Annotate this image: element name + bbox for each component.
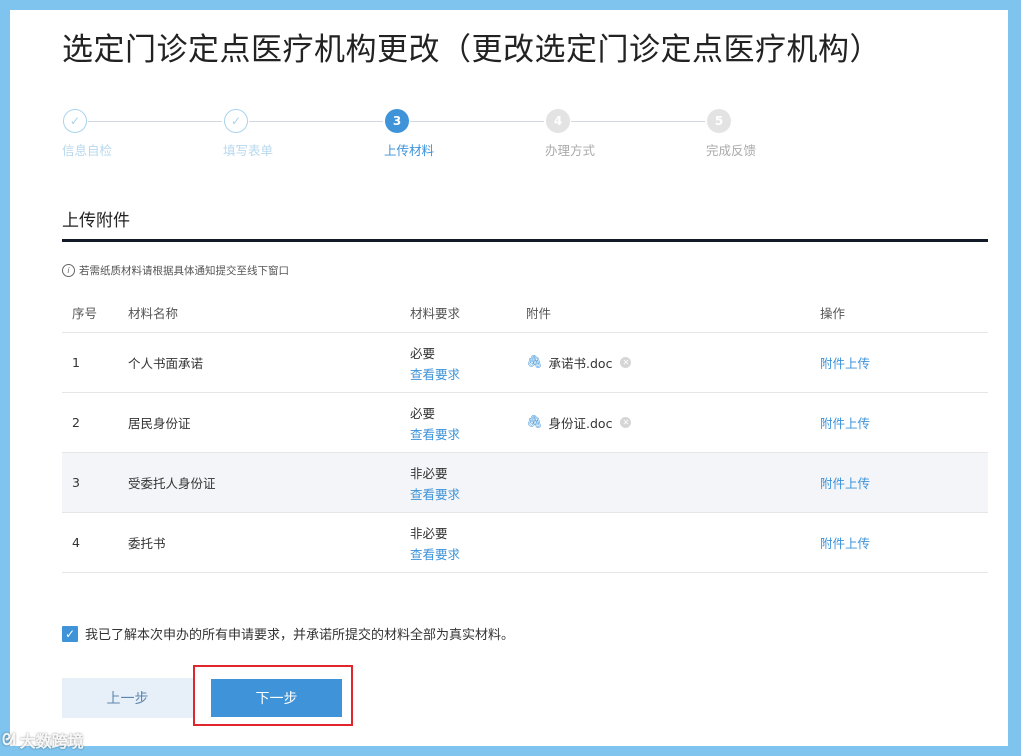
- requirement-text: 非必要: [410, 525, 448, 541]
- paper-material-notice: i 若需纸质材料请根据具体通知提交至线下窗口: [62, 263, 289, 278]
- row-requirement: 非必要 查看要求: [410, 452, 526, 513]
- table-row: 3 受委托人身份证 非必要 查看要求 附件上传: [62, 452, 988, 513]
- page-title: 选定门诊定点医疗机构更改（更改选定门诊定点医疗机构）: [62, 32, 881, 68]
- section-title: 上传附件: [62, 211, 130, 231]
- prev-step-button[interactable]: 上一步: [62, 678, 193, 718]
- paperclip-icon: 🖇: [526, 355, 543, 370]
- step-connector: [410, 121, 544, 122]
- row-attachment: 🖇 身份证.doc ✕: [526, 392, 820, 453]
- row-action: 附件上传: [820, 452, 988, 513]
- watermark: ᘛ 大数跨境: [2, 728, 84, 752]
- materials-table: 序号 材料名称 材料要求 附件 操作 1 个人书面承诺 必要 查看要求 🖇 承诺…: [62, 292, 988, 573]
- highlight-box: [193, 665, 353, 726]
- progress-stepper: ✓ 信息自检 ✓ 填写表单 3 上传材料 4 办理方式 5 完成反馈: [62, 108, 762, 168]
- attachment-file: 🖇 承诺书.doc ✕: [526, 353, 820, 372]
- step-2-label: 填写表单: [223, 143, 274, 158]
- agreement-text: 我已了解本次申办的所有申请要求，并承诺所提交的材料全部为真实材料。: [85, 628, 515, 643]
- upload-attachment-link[interactable]: 附件上传: [820, 476, 870, 491]
- table-row: 2 居民身份证 必要 查看要求 🖇 身份证.doc ✕ 附件上传: [62, 392, 988, 453]
- notice-text: 若需纸质材料请根据具体通知提交至线下窗口: [79, 265, 289, 277]
- view-requirement-link[interactable]: 查看要求: [410, 364, 526, 383]
- step-connector: [88, 121, 222, 122]
- agreement-row: ✓ 我已了解本次申办的所有申请要求，并承诺所提交的材料全部为真实材料。: [62, 624, 514, 643]
- row-requirement: 必要 查看要求: [410, 392, 526, 453]
- row-action: 附件上传: [820, 392, 988, 453]
- row-action: 附件上传: [820, 512, 988, 573]
- header-attachment: 附件: [526, 292, 820, 333]
- table-row: 1 个人书面承诺 必要 查看要求 🖇 承诺书.doc ✕ 附件上传: [62, 332, 988, 393]
- header-name: 材料名称: [128, 292, 410, 333]
- upload-attachment-link[interactable]: 附件上传: [820, 356, 870, 371]
- row-no: 1: [62, 332, 128, 393]
- row-material-name: 居民身份证: [128, 392, 410, 453]
- row-no: 3: [62, 452, 128, 513]
- requirement-text: 非必要: [410, 465, 448, 481]
- requirement-text: 必要: [410, 405, 436, 421]
- step-1-label: 信息自检: [62, 143, 113, 158]
- row-no: 2: [62, 392, 128, 453]
- table-header-row: 序号 材料名称 材料要求 附件 操作: [62, 292, 988, 333]
- attachment-filename[interactable]: 身份证.doc: [549, 413, 613, 432]
- attachment-filename[interactable]: 承诺书.doc: [549, 353, 613, 372]
- row-requirement: 必要 查看要求: [410, 332, 526, 393]
- header-action: 操作: [820, 292, 988, 333]
- row-material-name: 委托书: [128, 512, 410, 573]
- section-divider: [62, 239, 988, 242]
- view-requirement-link[interactable]: 查看要求: [410, 544, 526, 563]
- step-5-label: 完成反馈: [706, 143, 757, 158]
- step-5-number: 5: [707, 109, 731, 133]
- step-2-check-icon: ✓: [224, 109, 248, 133]
- view-requirement-link[interactable]: 查看要求: [410, 424, 526, 443]
- row-material-name: 个人书面承诺: [128, 332, 410, 393]
- step-1-check-icon: ✓: [63, 109, 87, 133]
- step-connector: [571, 121, 705, 122]
- header-requirement: 材料要求: [410, 292, 526, 333]
- header-no: 序号: [62, 292, 128, 333]
- step-3-label: 上传材料: [384, 143, 435, 158]
- row-action: 附件上传: [820, 332, 988, 393]
- upload-attachment-link[interactable]: 附件上传: [820, 416, 870, 431]
- step-4-label: 办理方式: [545, 143, 596, 158]
- row-no: 4: [62, 512, 128, 573]
- step-3-number: 3: [385, 109, 409, 133]
- row-material-name: 受委托人身份证: [128, 452, 410, 513]
- row-attachment: 🖇 承诺书.doc ✕: [526, 332, 820, 393]
- main-panel: 选定门诊定点医疗机构更改（更改选定门诊定点医疗机构） ✓ 信息自检 ✓ 填写表单…: [10, 10, 1008, 746]
- view-requirement-link[interactable]: 查看要求: [410, 484, 526, 503]
- row-attachment: [526, 452, 820, 513]
- paperclip-icon: 🖇: [526, 415, 543, 430]
- row-attachment: [526, 512, 820, 573]
- step-connector: [249, 121, 383, 122]
- table-row: 4 委托书 非必要 查看要求 附件上传: [62, 512, 988, 573]
- step-4-number: 4: [546, 109, 570, 133]
- attachment-file: 🖇 身份证.doc ✕: [526, 413, 820, 432]
- info-icon: i: [62, 264, 75, 277]
- remove-attachment-icon[interactable]: ✕: [620, 357, 632, 368]
- requirement-text: 必要: [410, 345, 436, 361]
- row-requirement: 非必要 查看要求: [410, 512, 526, 573]
- upload-attachment-link[interactable]: 附件上传: [820, 536, 870, 551]
- remove-attachment-icon[interactable]: ✕: [620, 417, 632, 428]
- agreement-checkbox[interactable]: ✓: [62, 625, 78, 642]
- watermark-text: 大数跨境: [19, 732, 84, 751]
- watermark-logo-icon: ᘛ: [2, 730, 16, 749]
